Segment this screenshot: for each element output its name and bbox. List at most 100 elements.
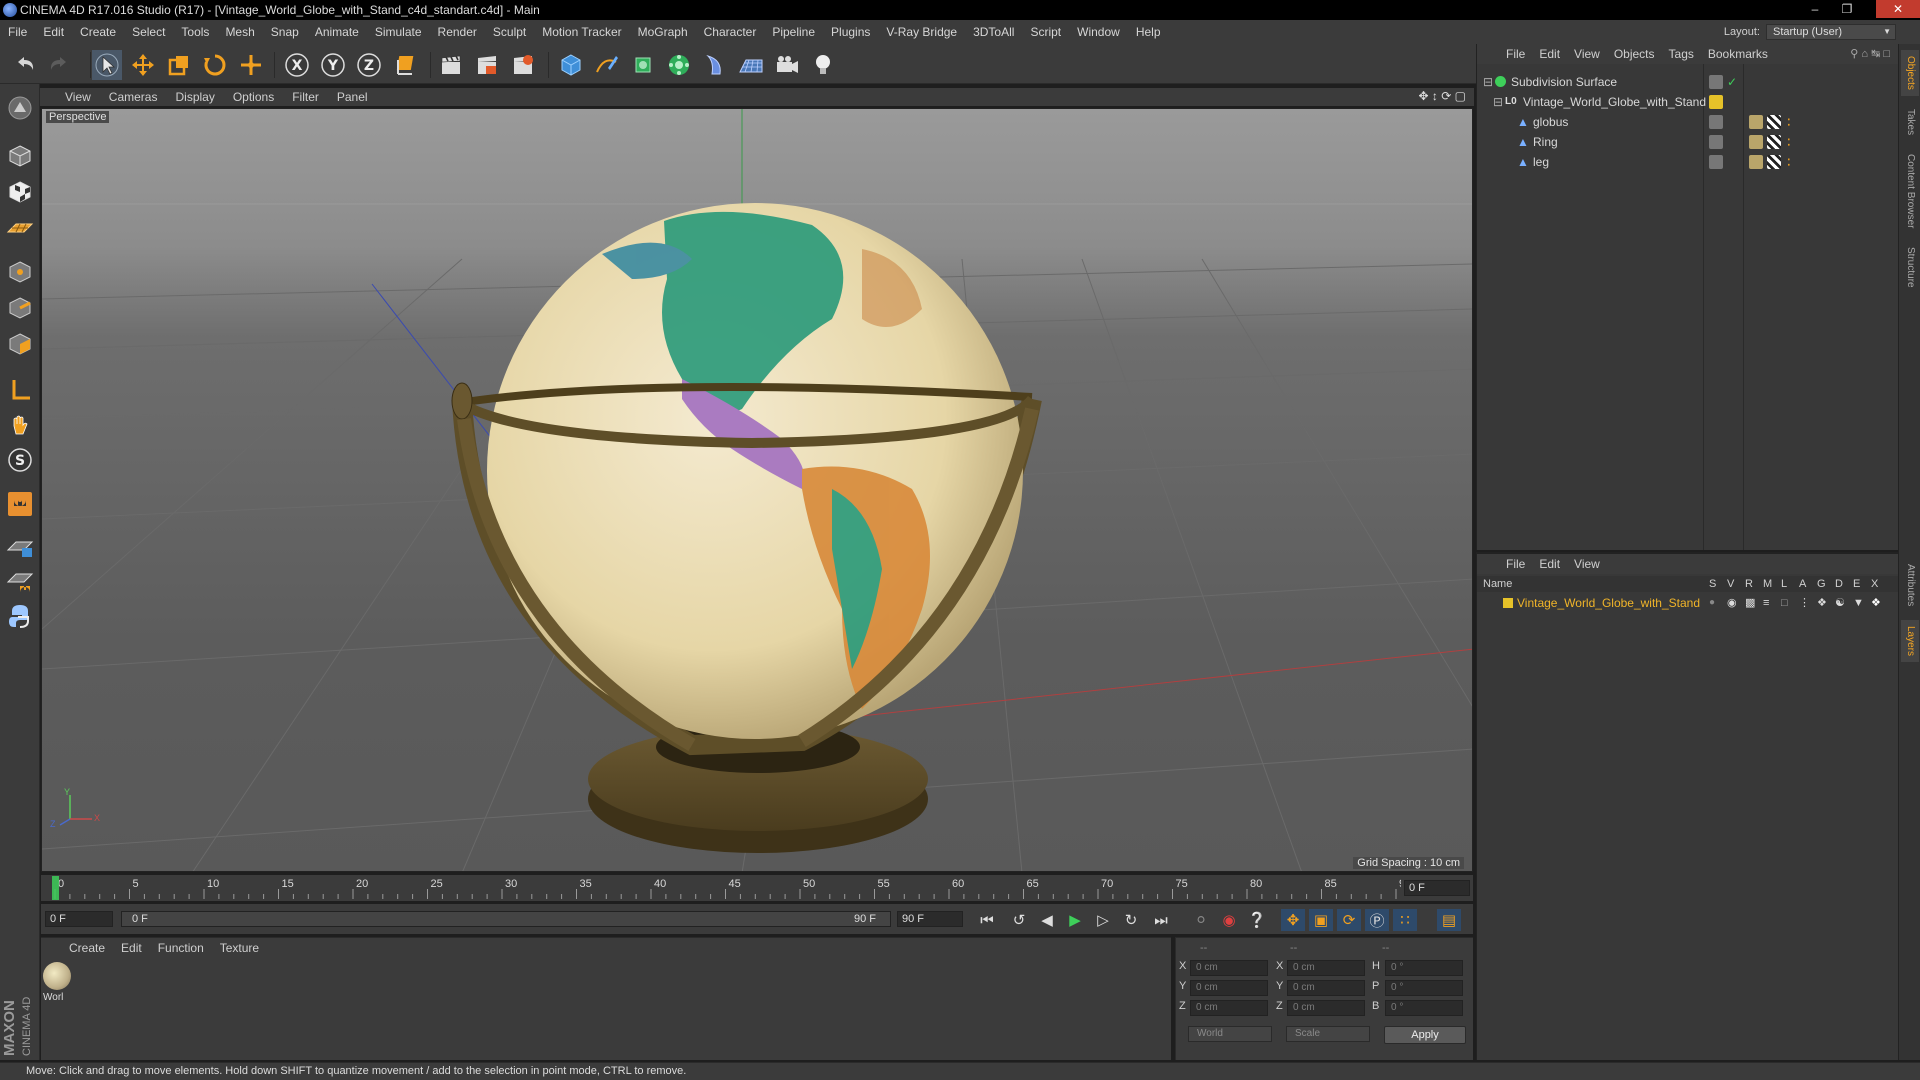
material-tag-icon[interactable]: [1749, 115, 1763, 129]
end-frame-field[interactable]: 90 F: [897, 911, 963, 927]
magnet-button[interactable]: [4, 488, 36, 520]
rotate-tool-button[interactable]: [200, 50, 230, 80]
add-light-button[interactable]: [808, 50, 838, 80]
frame-range-slider[interactable]: 0 F 90 F: [121, 911, 891, 927]
menu-tools[interactable]: Tools: [173, 20, 217, 44]
play-button[interactable]: ▶: [1063, 909, 1087, 931]
menu-plugins[interactable]: Plugins: [823, 20, 878, 44]
render-picture-viewer-button[interactable]: [472, 50, 502, 80]
layer-xref-icon[interactable]: ❖: [1871, 594, 1881, 612]
key-pla-icon[interactable]: ∷: [1393, 909, 1417, 931]
layer-view-eye-icon[interactable]: ◉: [1727, 594, 1737, 612]
previous-frame-button[interactable]: ◀: [1035, 909, 1059, 931]
key-position-icon[interactable]: ✥: [1281, 909, 1305, 931]
layer-color-tag-icon[interactable]: [1709, 95, 1723, 109]
live-selection-button[interactable]: [236, 50, 266, 80]
timeline-ruler[interactable]: 051015202530354045505560657075808590: [41, 875, 1473, 901]
visibility-toggle-icon[interactable]: [1709, 155, 1723, 169]
coordinate-system-button[interactable]: [392, 50, 422, 80]
viewport-menu-view[interactable]: View: [56, 90, 100, 104]
tab-takes[interactable]: Takes: [1901, 102, 1919, 142]
material-swatch[interactable]: [43, 962, 71, 990]
current-frame-field[interactable]: 0 F: [1404, 880, 1470, 896]
menu-window[interactable]: Window: [1069, 20, 1128, 44]
coord-size-z-field[interactable]: 0 cm: [1287, 1000, 1365, 1016]
points-mode-button[interactable]: [4, 256, 36, 288]
3d-viewport[interactable]: Y X Z Perspective Grid Spacing : 10 cm: [41, 108, 1473, 872]
workplane-mode-button[interactable]: [4, 212, 36, 244]
key-parameter-icon[interactable]: Ⓟ: [1365, 909, 1389, 931]
om-menu-view[interactable]: View: [1567, 47, 1607, 61]
keyframe-selection-icon[interactable]: ❔: [1245, 909, 1269, 931]
redo-button[interactable]: [44, 50, 74, 80]
key-scale-icon[interactable]: ▣: [1309, 909, 1333, 931]
visibility-toggle-icon[interactable]: [1709, 135, 1723, 149]
coord-mode-dropdown[interactable]: World: [1188, 1026, 1272, 1042]
om-menu-objects[interactable]: Objects: [1607, 47, 1662, 61]
coord-pos-z-field[interactable]: 0 cm: [1190, 1000, 1268, 1016]
menu-edit[interactable]: Edit: [35, 20, 72, 44]
menu-render[interactable]: Render: [430, 20, 485, 44]
object-row-leg[interactable]: ▲ leg ∶: [1477, 152, 1899, 172]
start-frame-field[interactable]: 0 F: [45, 911, 113, 927]
menu-motion-tracker[interactable]: Motion Tracker: [534, 20, 629, 44]
object-row-globus[interactable]: ▲ globus ∶: [1477, 112, 1899, 132]
planar-workplane-button[interactable]: [4, 564, 36, 596]
go-to-start-button[interactable]: ⏮: [975, 909, 999, 931]
tree-collapse-icon[interactable]: ⊟: [1493, 92, 1503, 112]
menu-3dtoall[interactable]: 3DToAll: [965, 20, 1022, 44]
material-menu-texture[interactable]: Texture: [212, 941, 267, 955]
close-icon[interactable]: ✕: [1876, 0, 1920, 18]
next-frame-button[interactable]: ▷: [1091, 909, 1115, 931]
tab-layers[interactable]: Layers: [1901, 620, 1919, 662]
tree-collapse-icon[interactable]: ⊟: [1483, 72, 1493, 92]
object-row-ring[interactable]: ▲ Ring ∶: [1477, 132, 1899, 152]
om-search-home-icons[interactable]: ⚲ ⌂ ↹ □: [1850, 47, 1890, 60]
tab-objects[interactable]: Objects: [1901, 50, 1919, 96]
viewport-menu-display[interactable]: Display: [166, 90, 223, 104]
object-row-subdivision-surface[interactable]: ⊟ Subdivision Surface ✓: [1477, 72, 1899, 92]
layer-color-swatch[interactable]: [1503, 598, 1513, 608]
y-axis-lock-button[interactable]: Y: [318, 50, 348, 80]
material-tag-icon[interactable]: [1749, 155, 1763, 169]
undo-button[interactable]: [10, 50, 40, 80]
enabled-check-icon[interactable]: ✓: [1727, 72, 1737, 92]
material-tag-icon[interactable]: [1749, 135, 1763, 149]
layer-row[interactable]: Vintage_World_Globe_with_Stand ● ◉ ▩ ≡ □…: [1477, 594, 1899, 612]
uvw-tag-icon[interactable]: [1767, 135, 1781, 149]
object-row-globe-null[interactable]: ⊟ L0 Vintage_World_Globe_with_Stand: [1477, 92, 1899, 112]
render-view-button[interactable]: [436, 50, 466, 80]
python-button[interactable]: [4, 600, 36, 632]
previous-key-button[interactable]: ↺: [1007, 909, 1031, 931]
om-menu-tags[interactable]: Tags: [1662, 47, 1701, 61]
tab-attributes[interactable]: Attributes: [1901, 556, 1919, 614]
menu-character[interactable]: Character: [696, 20, 765, 44]
axis-mode-button[interactable]: [4, 374, 36, 406]
coord-size-x-field[interactable]: 0 cm: [1287, 960, 1365, 976]
z-axis-lock-button[interactable]: Z: [354, 50, 384, 80]
phong-tag-icon[interactable]: ∶: [1787, 132, 1791, 152]
coord-rot-b-field[interactable]: 0 °: [1385, 1000, 1463, 1016]
lm-menu-file[interactable]: File: [1499, 557, 1532, 571]
viewport-camera-label[interactable]: Perspective: [46, 111, 110, 123]
layer-animation-icon[interactable]: ⋮: [1799, 594, 1810, 612]
polygons-mode-button[interactable]: [4, 328, 36, 360]
coord-size-y-field[interactable]: 0 cm: [1287, 980, 1365, 996]
menu-file[interactable]: File: [0, 20, 35, 44]
om-menu-edit[interactable]: Edit: [1532, 47, 1567, 61]
model-mode-button[interactable]: [4, 140, 36, 172]
menu-simulate[interactable]: Simulate: [367, 20, 430, 44]
layout-dropdown[interactable]: Startup (User) ▼: [1766, 24, 1896, 40]
timeline-window-icon[interactable]: ▤: [1437, 909, 1461, 931]
move-tool-button[interactable]: [128, 50, 158, 80]
x-axis-lock-button[interactable]: X: [282, 50, 312, 80]
om-menu-file[interactable]: File: [1499, 47, 1532, 61]
add-spline-button[interactable]: [592, 50, 622, 80]
layer-manager-icon[interactable]: ≡: [1763, 594, 1769, 612]
layer-name[interactable]: Vintage_World_Globe_with_Stand: [1517, 594, 1700, 612]
timeline-playhead[interactable]: [52, 876, 59, 900]
go-to-end-button[interactable]: ⏭: [1149, 909, 1173, 931]
autokey-icon[interactable]: ◉: [1217, 909, 1241, 931]
edges-mode-button[interactable]: [4, 292, 36, 324]
lm-menu-view[interactable]: View: [1567, 557, 1607, 571]
